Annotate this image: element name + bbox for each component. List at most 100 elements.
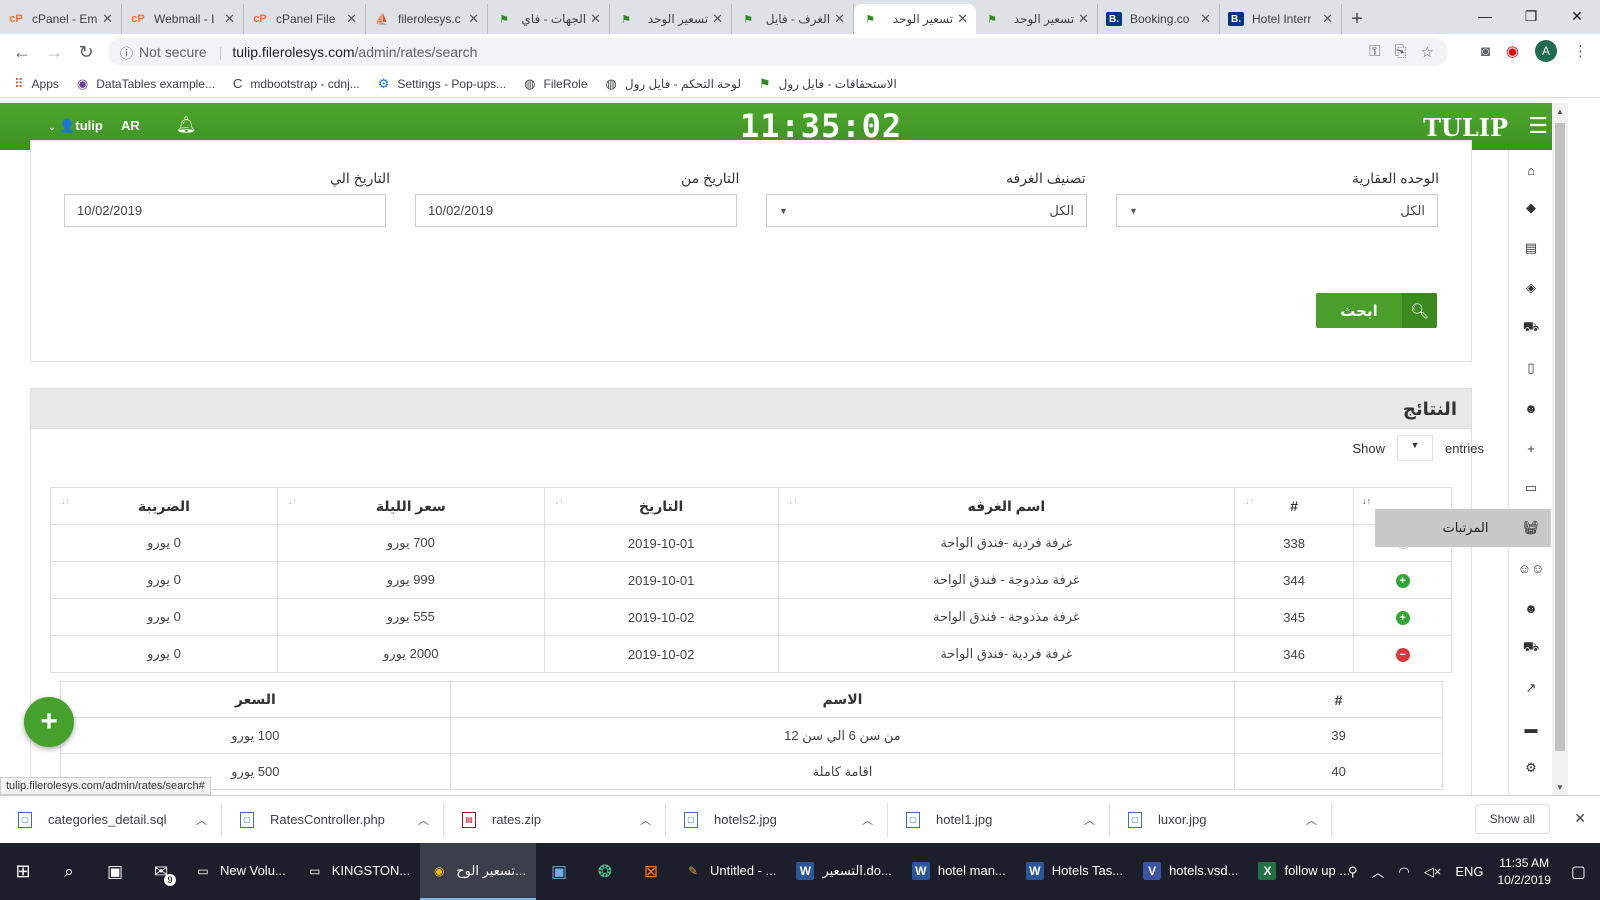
translate-icon[interactable]: ⎘ bbox=[1395, 43, 1407, 61]
bookmark-item[interactable]: ◍ لوحة التحكم - فايل رول bbox=[606, 76, 741, 92]
opera-extension-icon[interactable]: ◉ bbox=[1506, 42, 1519, 60]
scroll-down-icon[interactable]: ▼ bbox=[1552, 779, 1568, 795]
scroll-up-icon[interactable]: ▲ bbox=[1552, 103, 1568, 119]
column-header-date[interactable]: التاريخ ↑↓ bbox=[543, 487, 779, 525]
browser-tab[interactable]: cP cPanel File ✕ bbox=[244, 4, 366, 34]
unit-select[interactable]: ▼ الكل bbox=[1116, 194, 1438, 227]
file-icon[interactable]: ▯ bbox=[1509, 348, 1553, 388]
taskbar-app[interactable]: Whotel man... bbox=[902, 843, 1016, 900]
profile-avatar[interactable]: A bbox=[1535, 40, 1557, 62]
url-input[interactable]: ⓘ Not secure | tulip.filerolesys.com/adm… bbox=[108, 38, 1448, 66]
taskbar-app[interactable]: ✎ Untitled - ... bbox=[674, 843, 786, 900]
star-icon[interactable]: ☆ bbox=[1421, 43, 1434, 61]
close-tab-icon[interactable]: ✕ bbox=[102, 11, 113, 27]
user-edit-icon[interactable]: ☻ bbox=[1509, 388, 1553, 428]
browser-tab[interactable]: ⛵ filerolesys.c ✕ bbox=[366, 4, 488, 34]
search-button[interactable]: ابحث 🔍︎ bbox=[1316, 293, 1437, 328]
document-icon[interactable]: ▤ bbox=[1509, 228, 1553, 268]
taskbar-app[interactable]: Xfollow up ... bbox=[1248, 843, 1360, 900]
key-icon[interactable]: ⚿ bbox=[1369, 43, 1380, 61]
column-header-night-price[interactable]: سعر الليلة ↑↓ bbox=[276, 487, 545, 525]
show-all-button[interactable]: Show all bbox=[1474, 804, 1550, 834]
close-tab-icon[interactable]: ✕ bbox=[1078, 11, 1089, 27]
chevron-up-icon[interactable]: ︿ bbox=[418, 812, 429, 828]
chevron-up-icon[interactable]: ︿ bbox=[1306, 812, 1317, 828]
expand-plus-icon[interactable]: + bbox=[1395, 574, 1410, 588]
chevron-up-icon[interactable]: ︿ bbox=[196, 812, 207, 828]
close-window-icon[interactable]: ✕ bbox=[1554, 0, 1600, 32]
chevron-up-icon[interactable]: ︿ bbox=[1371, 862, 1384, 881]
close-tab-icon[interactable]: ✕ bbox=[1322, 11, 1333, 27]
taskbar-clock[interactable]: 11:35 AM 10/2/2019 bbox=[1497, 855, 1550, 889]
maximize-icon[interactable]: ❐ bbox=[1508, 0, 1554, 32]
bookmark-item[interactable]: ◍ FileRole bbox=[524, 76, 587, 92]
task-view-icon[interactable]: ▣ bbox=[92, 843, 138, 900]
download-item[interactable]: ▤ rates.zip ︿ bbox=[444, 802, 666, 837]
close-tab-icon[interactable]: ✕ bbox=[346, 11, 357, 27]
close-tab-icon[interactable]: ✕ bbox=[468, 11, 479, 27]
download-item[interactable]: ▢ hotels2.jpg ︿ bbox=[666, 802, 888, 837]
notification-icon[interactable]: ▢ bbox=[1571, 862, 1586, 882]
windows-start-icon[interactable]: ⊞ bbox=[0, 843, 46, 900]
chevron-up-icon[interactable]: ︿ bbox=[640, 812, 651, 828]
menu-dots-icon[interactable]: ⋮ bbox=[1573, 42, 1588, 60]
browser-tab[interactable]: cP Webmail - I ✕ bbox=[122, 4, 244, 34]
browser-tab-active[interactable]: ⚑ تسعير الوحد ✕ bbox=[854, 4, 976, 34]
back-arrow-icon[interactable]: ← bbox=[6, 36, 38, 68]
tag-icon[interactable]: ◆ bbox=[1509, 188, 1553, 228]
bell-icon[interactable]: 🔔︎ bbox=[176, 115, 196, 135]
browser-tab[interactable]: ⚑ الغرف - فايل ✕ bbox=[732, 4, 854, 34]
taskbar-app[interactable]: Vhotels.vsd... bbox=[1133, 843, 1248, 900]
download-item[interactable]: ▢ RatesController.php ︿ bbox=[222, 802, 444, 837]
xampp-icon[interactable]: ⊠ bbox=[628, 843, 674, 900]
inbox-icon[interactable]: ▭ bbox=[1509, 468, 1553, 508]
search-icon[interactable]: ⌕ bbox=[46, 843, 92, 900]
info-icon[interactable]: ⓘ bbox=[120, 43, 133, 62]
close-tab-icon[interactable]: ✕ bbox=[957, 11, 968, 27]
new-tab-button[interactable]: + bbox=[1342, 4, 1372, 34]
column-header-num[interactable]: # ↑↓ bbox=[1234, 487, 1355, 525]
people-icon[interactable]: ⚲ bbox=[1348, 864, 1358, 880]
reload-icon[interactable]: ↻ bbox=[70, 36, 102, 68]
minimize-icon[interactable]: — bbox=[1462, 0, 1508, 32]
taskbar-app[interactable]: ▭ KINGSTON... bbox=[296, 843, 421, 900]
users-icon[interactable]: ☺☺ bbox=[1509, 548, 1553, 588]
input-language[interactable]: ENG bbox=[1455, 864, 1483, 879]
scrollbar-thumb[interactable] bbox=[1555, 123, 1565, 751]
taskbar-app[interactable]: W Hotels Tas... bbox=[1016, 843, 1133, 900]
hamburger-menu-icon[interactable]: ☰ bbox=[1528, 113, 1548, 139]
page-scrollbar[interactable]: ▲ ▼ bbox=[1552, 103, 1568, 795]
chevron-up-icon[interactable]: ︿ bbox=[862, 812, 873, 828]
bookmark-item[interactable]: ⚙ Settings - Pop-ups... bbox=[378, 76, 506, 92]
mail-icon[interactable]: ✉ 9 bbox=[138, 843, 184, 900]
card-icon[interactable]: ▬ bbox=[1509, 708, 1553, 748]
browser-tab[interactable]: ⚑ الجهات - فاي ✕ bbox=[488, 4, 610, 34]
chart-icon[interactable]: ↗ bbox=[1509, 668, 1553, 708]
taskbar-app[interactable]: ▭ New Volu... bbox=[184, 843, 296, 900]
close-icon[interactable]: ✕ bbox=[1574, 810, 1586, 827]
sidebar-tooltip[interactable]: المرتبات 🧺︎ bbox=[1375, 509, 1551, 547]
bookmark-item[interactable]: ◉ DataTables example... bbox=[77, 76, 215, 92]
add-fab-button[interactable]: + bbox=[24, 697, 74, 747]
forward-arrow-icon[interactable]: → bbox=[38, 36, 70, 68]
column-header-tax[interactable]: الضريبة ↑↓ bbox=[50, 487, 278, 525]
cart-icon[interactable]: ⛟ bbox=[1509, 308, 1553, 348]
user-menu[interactable]: ⌄ 👤tulip bbox=[48, 118, 103, 134]
column-header-room-name[interactable]: اسم الغرفه ↑↓ bbox=[777, 487, 1236, 525]
bookmark-item[interactable]: ⚑ الاستحقاقات - فايل رول bbox=[759, 76, 897, 92]
date-from-input[interactable]: 10/02/2019 bbox=[415, 194, 737, 227]
browser-tab[interactable]: B. Booking.co ✕ bbox=[1098, 4, 1220, 34]
download-item[interactable]: ▢ hotel1.jpg ︿ bbox=[888, 802, 1110, 837]
cart-icon[interactable]: ⛟ bbox=[1509, 628, 1553, 668]
bookmark-item[interactable]: Cmdbootstrap - cdnj... bbox=[233, 76, 360, 91]
browser-tab[interactable]: ⚑ تسعير الوحد ✕ bbox=[610, 4, 732, 34]
home-icon[interactable]: ⌂ bbox=[1509, 150, 1553, 190]
close-tab-icon[interactable]: ✕ bbox=[1200, 11, 1211, 27]
globe-icon[interactable]: ❂ bbox=[582, 843, 628, 900]
room-class-select[interactable]: ▼ الكل bbox=[766, 194, 1087, 227]
close-tab-icon[interactable]: ✕ bbox=[712, 11, 723, 27]
volume-icon[interactable]: ◁× bbox=[1424, 864, 1442, 880]
download-item[interactable]: ▢ categories_detail.sql ︿ bbox=[0, 802, 222, 837]
tags-icon[interactable]: ◈ bbox=[1509, 268, 1553, 308]
taskbar-app[interactable]: W التسعير.do... bbox=[786, 843, 901, 900]
